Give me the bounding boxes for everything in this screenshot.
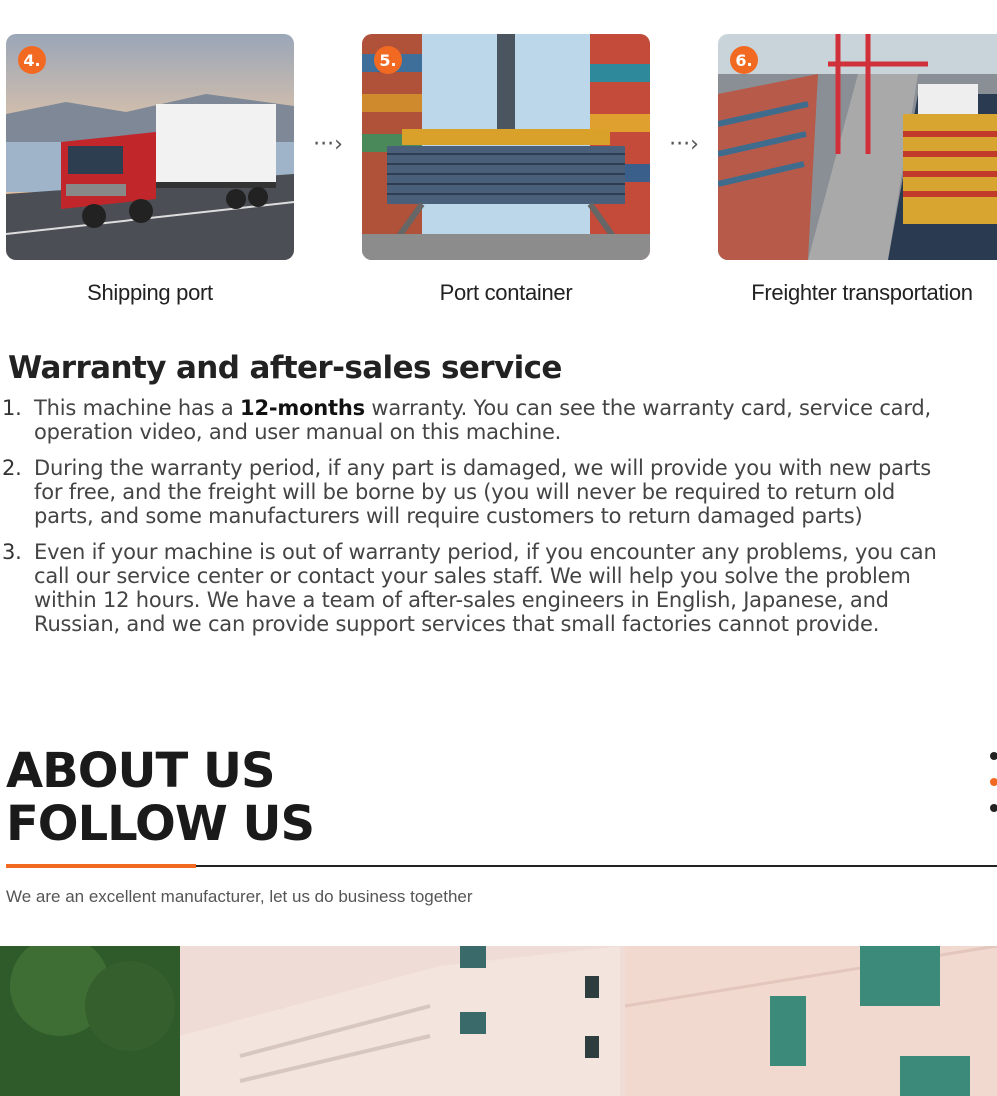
arrow-icon: ···› <box>669 132 699 157</box>
carousel-dot[interactable] <box>990 804 997 812</box>
step-number-badge: 6. <box>730 46 758 74</box>
item-text: Even if your machine is out of warranty … <box>34 540 937 564</box>
about-tagline: We are an excellent manufacturer, let us… <box>6 887 473 906</box>
step-number-badge: 4. <box>18 46 46 74</box>
truck-photo: 4. <box>6 34 294 260</box>
step-shipping-port: 4. Shipping port <box>6 34 294 306</box>
warranty-title: Warranty and after-sales service <box>8 350 562 386</box>
section-divider-accent <box>6 864 196 868</box>
carousel-dot[interactable] <box>990 752 997 760</box>
warranty-item: 2. During the warranty period, if any pa… <box>2 456 997 528</box>
step-caption: Freighter transportation <box>751 280 973 305</box>
item-number: 3. <box>2 540 22 564</box>
item-text: operation video, and user manual on this… <box>34 420 562 444</box>
item-text: for free, and the freight will be borne … <box>34 480 896 504</box>
item-text: parts, and some manufacturers will requi… <box>34 504 863 528</box>
item-text: within 12 hours. We have a team of after… <box>34 588 889 612</box>
item-text: warranty. You can see the warranty card,… <box>364 396 932 420</box>
warranty-item: 3. Even if your machine is out of warran… <box>2 540 997 636</box>
warranty-item: 1. This machine has a 12-months warranty… <box>2 396 997 444</box>
follow-heading: FOLLOW US <box>6 796 315 852</box>
container-crane-photo: 5. <box>362 34 650 260</box>
item-text: This machine has a <box>34 396 241 420</box>
item-emphasis: 12-months <box>240 396 365 420</box>
cargo-ship-photo: 6. <box>718 34 997 260</box>
arrow-icon: ···› <box>313 132 343 157</box>
shipping-steps: 4. Shipping port ···› 5. Port container … <box>6 34 997 314</box>
item-text: During the warranty period, if any part … <box>34 456 931 480</box>
warranty-section: Warranty and after-sales service 1. This… <box>2 350 997 648</box>
about-heading: ABOUT US <box>6 743 276 799</box>
about-section: ABOUT US FOLLOW US We are an excellent m… <box>6 743 997 906</box>
factory-building-photo <box>0 946 997 1096</box>
step-port-container: 5. Port container <box>362 34 650 306</box>
step-caption: Port container <box>439 280 573 305</box>
item-number: 1. <box>2 396 22 420</box>
carousel-dots[interactable] <box>990 752 997 830</box>
step-number-badge: 5. <box>374 46 402 74</box>
item-number: 2. <box>2 456 22 480</box>
step-freighter-transportation: 6. Freighter transportation <box>718 34 997 306</box>
item-text: Russian, and we can provide support serv… <box>34 612 880 636</box>
warranty-list: 1. This machine has a 12-months warranty… <box>2 396 997 636</box>
item-text: call our service center or contact your … <box>34 564 911 588</box>
carousel-dot-active[interactable] <box>990 778 997 786</box>
step-caption: Shipping port <box>87 280 213 305</box>
